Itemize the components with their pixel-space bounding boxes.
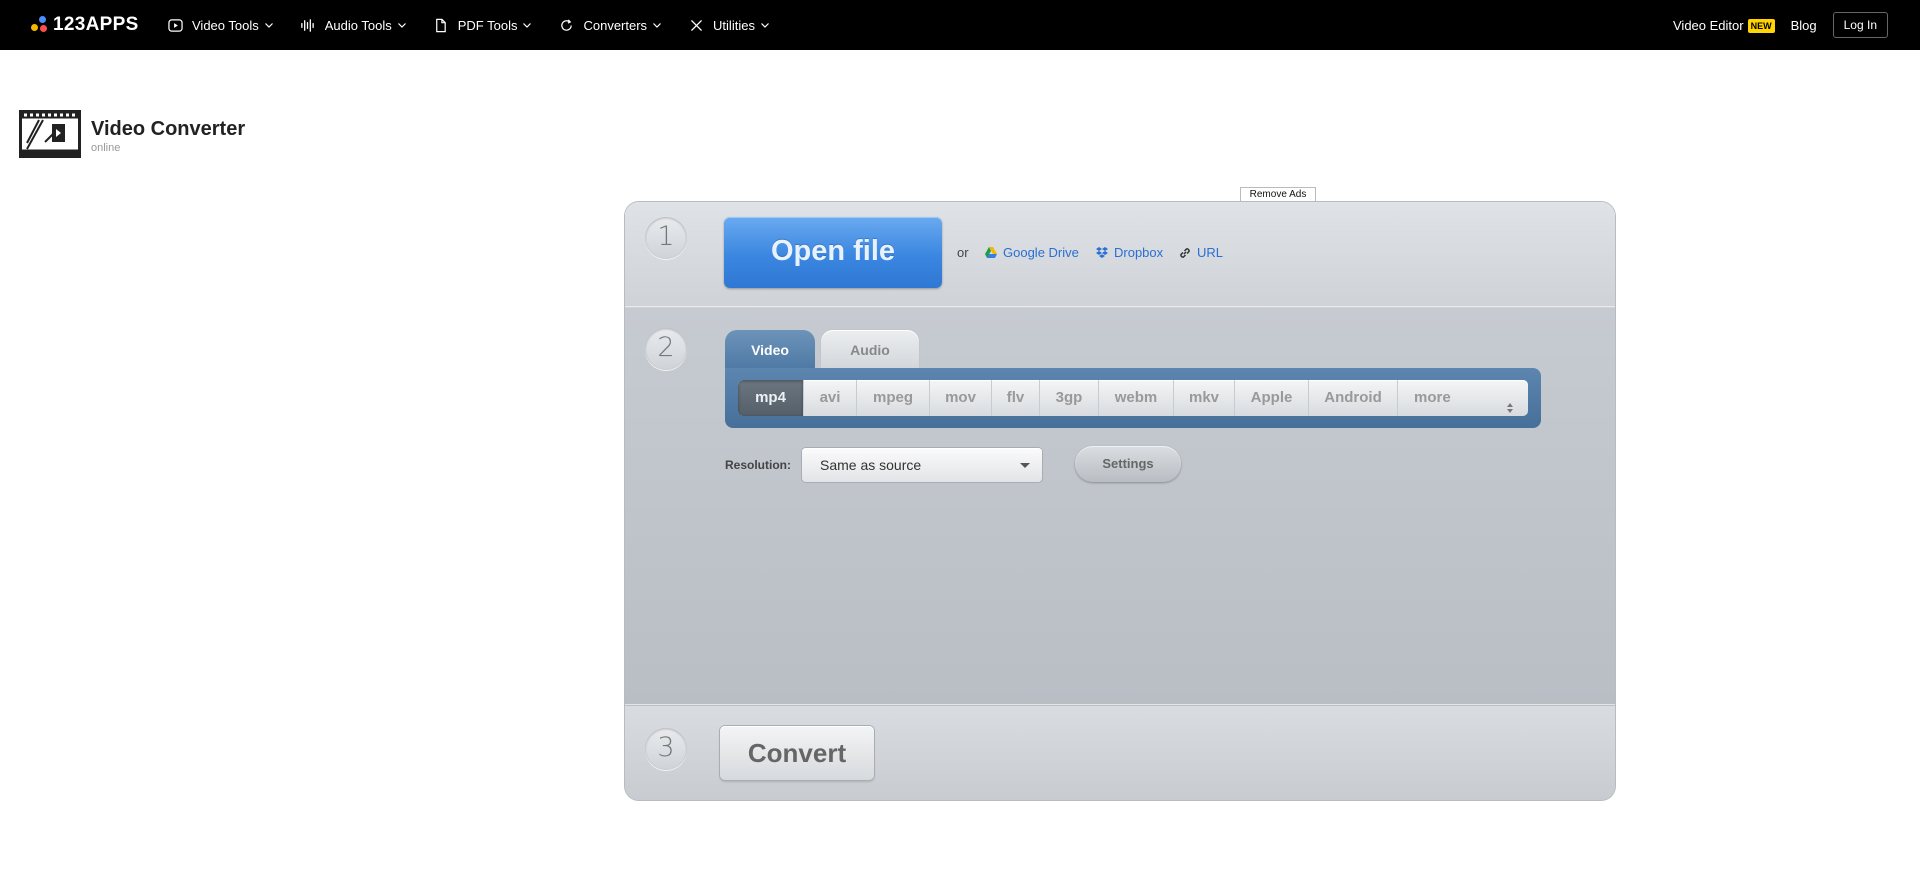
nav-audio-tools[interactable]: Audio Tools [300,0,407,50]
top-navbar: 123APPS Video Tools Audio Tools PDF Tool… [0,0,1920,50]
dropbox-icon [1095,246,1109,260]
nav-menu: Video Tools Audio Tools PDF Tools Conver… [167,0,796,50]
page-title: Video Converter [91,118,246,140]
format-mp4[interactable]: mp4 [738,380,804,416]
nav-utilities[interactable]: Utilities [688,0,770,50]
nav-video-tools-label: Video Tools [192,17,259,33]
format-webm[interactable]: webm [1099,380,1174,416]
format-apple[interactable]: Apple [1235,380,1309,416]
video-editor-label: Video Editor [1673,17,1744,33]
format-mkv[interactable]: mkv [1174,380,1235,416]
play-circle-icon [167,17,183,33]
google-drive-icon [984,246,998,260]
nav-video-tools[interactable]: Video Tools [167,0,274,50]
format-mpeg[interactable]: mpeg [857,380,930,416]
format-avi[interactable]: avi [804,380,857,416]
brand-logo[interactable]: 123APPS [29,14,139,35]
settings-button[interactable]: Settings [1075,446,1181,482]
login-button[interactable]: Log In [1832,12,1888,38]
convert-button[interactable]: Convert [720,726,874,780]
link-icon [1178,246,1192,260]
nav-converters[interactable]: Converters [558,0,662,50]
nav-pdf-tools-label: PDF Tools [457,17,518,33]
url-link[interactable]: URL [1178,245,1223,260]
chevron-down-icon [522,20,532,30]
step-3-section: 3 Convert [625,706,1615,800]
format-bar: mp4 avi mpeg mov flv 3gp webm mkv Apple … [725,368,1541,428]
document-icon [433,17,449,33]
format-more-label: more [1414,389,1451,406]
format-more-dropdown[interactable]: more [1398,380,1528,416]
page-subtitle: online [91,142,121,154]
chevron-down-icon [397,20,407,30]
step-1-section: 1 Open file or Google Drive Dropbox URL [625,202,1615,307]
tools-icon [688,17,704,33]
google-drive-label: Google Drive [1003,245,1079,260]
resolution-value: Same as source [820,457,922,473]
resolution-label: Resolution: [725,458,791,472]
new-badge: NEW [1747,18,1775,33]
dropbox-label: Dropbox [1114,245,1164,260]
dropbox-link[interactable]: Dropbox [1095,245,1163,260]
logo-dots-icon [29,15,49,35]
format-android[interactable]: Android [1309,380,1398,416]
or-label: or [957,245,969,260]
video-converter-logo-icon [19,110,81,158]
nav-audio-tools-label: Audio Tools [324,17,392,33]
format-list: mp4 avi mpeg mov flv 3gp webm mkv Apple … [738,380,1528,416]
google-drive-link[interactable]: Google Drive [984,245,1079,260]
tab-audio[interactable]: Audio [821,330,919,368]
resolution-select[interactable]: Same as source [802,448,1042,482]
open-file-button[interactable]: Open file [724,217,942,288]
step-1-number: 1 [645,217,687,259]
step-3-number: 3 [645,728,687,770]
format-flv[interactable]: flv [992,380,1040,416]
step-2-section: 2 Video Audio mp4 avi mpeg mov flv 3gp w… [625,308,1615,705]
logo-text: 123APPS [53,14,139,35]
converter-panel: 1 Open file or Google Drive Dropbox URL … [625,202,1615,800]
waveform-icon [300,17,316,33]
nav-utilities-label: Utilities [713,17,755,33]
nav-right: Video Editor NEW Blog Log In [1657,0,1888,50]
nav-pdf-tools[interactable]: PDF Tools [433,0,533,50]
step-2-number: 2 [645,328,687,370]
format-mov[interactable]: mov [930,380,992,416]
nav-converters-label: Converters [583,17,648,33]
blog-link[interactable]: Blog [1791,18,1817,33]
refresh-icon [558,17,574,33]
video-editor-link[interactable]: Video Editor NEW [1673,18,1775,33]
tab-video[interactable]: Video [725,330,815,368]
remove-ads-button[interactable]: Remove Ads [1240,187,1316,203]
chevron-down-icon [264,20,274,30]
sort-updown-icon [1506,392,1514,413]
chevron-down-icon [652,20,662,30]
url-label: URL [1197,245,1224,260]
format-3gp[interactable]: 3gp [1040,380,1099,416]
caret-down-icon [1020,463,1030,468]
chevron-down-icon [760,20,770,30]
